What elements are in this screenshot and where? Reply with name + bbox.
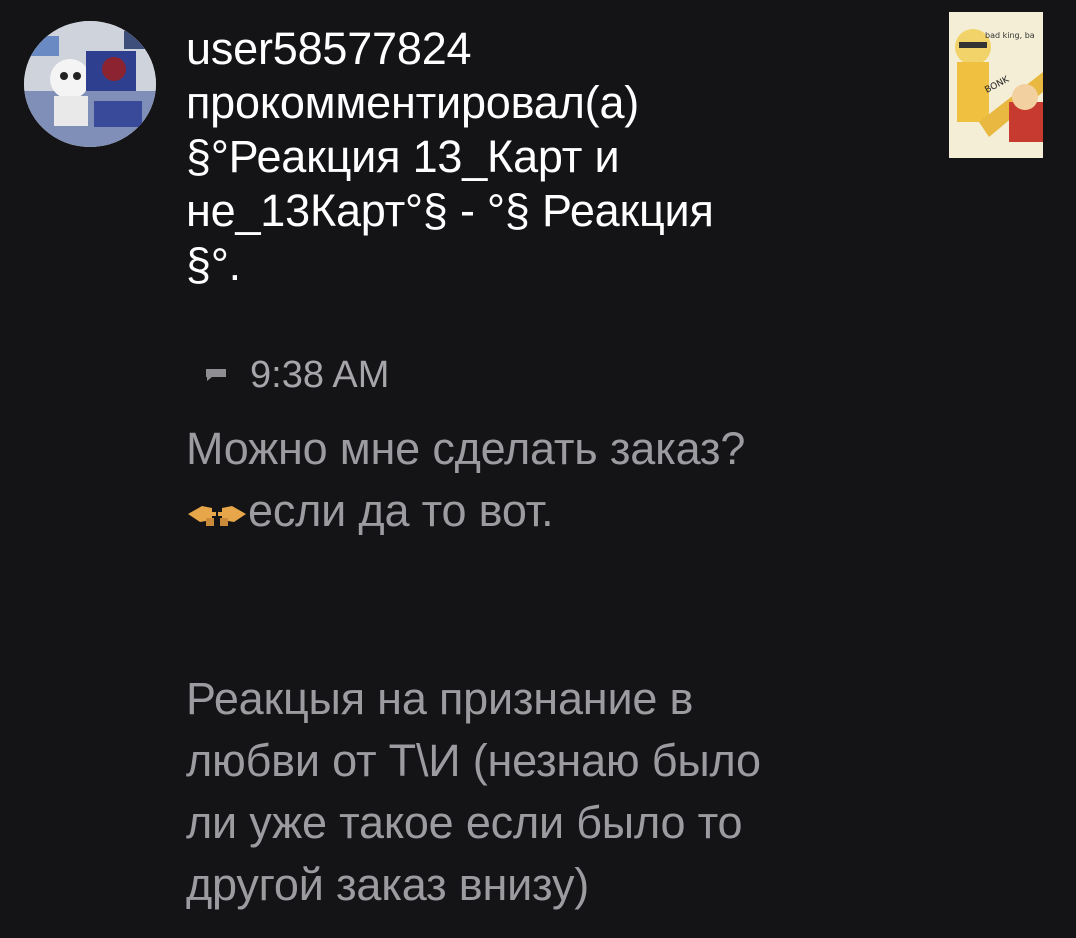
request-line-3: ли уже такое если было то xyxy=(186,797,743,848)
message-line-1: Можно мне сделать заказ? xyxy=(186,423,746,474)
comment-time: 9:38 AM xyxy=(250,354,390,396)
notification-header[interactable]: user58577824 прокомментировал(а) §°Реакц… xyxy=(186,22,926,292)
post-title-line-2[interactable]: не_13Карт°§ - °§ Реакция xyxy=(186,184,926,238)
request-line-4: другой заказ внизу) xyxy=(186,859,590,910)
post-thumbnail[interactable]: bad king, ba BONK xyxy=(949,12,1043,158)
avatar-image xyxy=(24,21,156,147)
action-text: прокомментировал(а) xyxy=(186,77,640,128)
user-avatar[interactable] xyxy=(24,21,156,147)
post-title-line-3[interactable]: §°. xyxy=(186,238,926,292)
comment-message: Можно мне сделать заказ? если да то вот. xyxy=(186,418,1066,542)
comment-request: Реакцыя на признание в любви от Т\И (нез… xyxy=(186,668,1066,916)
comment-meta: 9:38 AM xyxy=(204,350,389,400)
message-line-2: если да то вот. xyxy=(186,480,1066,542)
pointing-hands-emoji-icon xyxy=(186,494,248,534)
post-title-line-1[interactable]: §°Реакция 13_Карт и xyxy=(186,130,926,184)
request-line-1: Реакцыя на признание в xyxy=(186,673,694,724)
username[interactable]: user58577824 xyxy=(186,22,926,76)
thumbnail-image: bad king, ba BONK xyxy=(949,12,1043,158)
svg-text:bad king, ba: bad king, ba xyxy=(985,31,1035,40)
request-line-2: любви от Т\И (незнаю было xyxy=(186,735,761,786)
message-line-2-text: если да то вот. xyxy=(248,485,554,536)
comment-icon xyxy=(206,369,226,381)
